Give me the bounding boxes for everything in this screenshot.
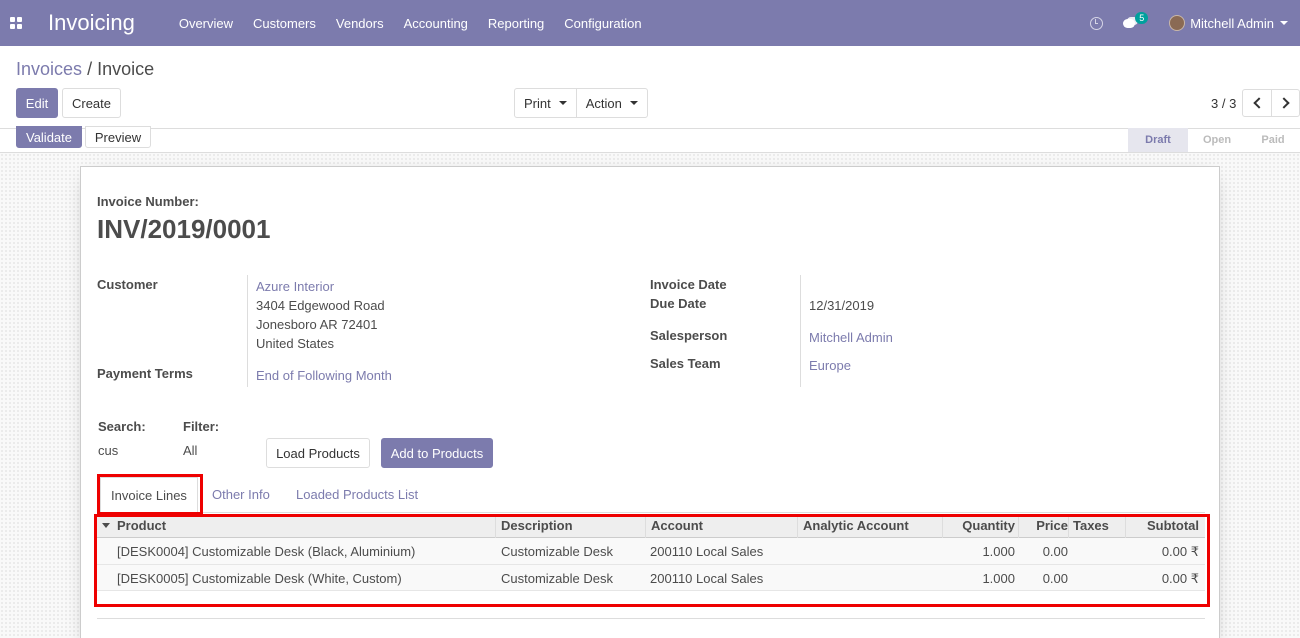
stage-paid: Paid bbox=[1261, 134, 1285, 146]
customer-address-city: Jonesboro AR 72401 bbox=[256, 317, 378, 332]
pager-value[interactable]: 3 / 3 bbox=[1211, 96, 1236, 111]
navbar-systray: 5 Mitchell Admin bbox=[1090, 0, 1300, 46]
validate-button[interactable]: Validate bbox=[16, 126, 82, 148]
pager-buttons bbox=[1242, 89, 1300, 117]
payment-terms-label: Payment Terms bbox=[97, 366, 193, 381]
search-input[interactable]: cus bbox=[98, 443, 118, 458]
user-caret-icon[interactable] bbox=[1280, 21, 1288, 25]
tab-loaded-products[interactable]: Loaded Products List bbox=[296, 487, 418, 502]
menu-vendors[interactable]: Vendors bbox=[336, 16, 384, 31]
action-label: Action bbox=[585, 95, 622, 111]
messages-icon[interactable]: 5 bbox=[1123, 12, 1149, 29]
due-date-label: Due Date bbox=[650, 296, 707, 311]
field-divider bbox=[247, 275, 248, 387]
caret-down-icon bbox=[558, 101, 567, 105]
menu-reporting[interactable]: Reporting bbox=[488, 16, 544, 31]
sales-team-label: Sales Team bbox=[650, 356, 721, 371]
customer-address-country: United States bbox=[256, 336, 335, 351]
menu-overview[interactable]: Overview bbox=[179, 16, 233, 31]
print-label: Print bbox=[524, 95, 551, 111]
add-to-products-button[interactable]: Add to Products bbox=[381, 438, 493, 468]
sidebar-dropdowns: Print Action bbox=[514, 88, 648, 118]
stage-draft: Draft bbox=[1128, 128, 1188, 152]
breadcrumb-separator: / bbox=[87, 59, 93, 79]
create-button[interactable]: Create bbox=[62, 88, 121, 118]
load-products-button[interactable]: Load Products bbox=[266, 438, 370, 468]
payment-terms-link[interactable]: End of Following Month bbox=[256, 368, 392, 383]
top-navbar: Invoicing Overview Customers Vendors Acc… bbox=[0, 0, 1300, 46]
invoice-date-label: Invoice Date bbox=[650, 277, 727, 292]
chevron-right-icon bbox=[1278, 97, 1290, 109]
app-title[interactable]: Invoicing bbox=[48, 10, 135, 36]
search-label: Search: bbox=[98, 419, 146, 434]
stage-pipeline: Draft Open Paid bbox=[1128, 128, 1300, 152]
preview-button[interactable]: Preview bbox=[85, 126, 151, 148]
edit-button[interactable]: Edit bbox=[16, 88, 58, 118]
breadcrumb: Invoices / Invoice bbox=[16, 59, 154, 80]
user-menu[interactable]: Mitchell Admin bbox=[1190, 16, 1274, 31]
print-dropdown[interactable]: Print bbox=[515, 89, 576, 117]
customer-address-street: 3404 Edgewood Road bbox=[256, 298, 385, 313]
highlight-box-tab bbox=[97, 474, 203, 515]
chevron-left-icon bbox=[1252, 97, 1265, 109]
user-avatar[interactable] bbox=[1169, 15, 1186, 31]
menu-customers[interactable]: Customers bbox=[253, 16, 316, 31]
caret-down-icon bbox=[629, 101, 638, 105]
menu-accounting[interactable]: Accounting bbox=[404, 16, 468, 31]
highlight-box-table bbox=[94, 514, 1210, 607]
customer-link[interactable]: Azure Interior bbox=[256, 279, 334, 294]
tabs-divider bbox=[97, 512, 1205, 513]
pager-previous-button[interactable] bbox=[1243, 90, 1271, 116]
invoice-number-label: Invoice Number: bbox=[97, 194, 199, 209]
messages-badge: 5 bbox=[1135, 12, 1149, 24]
salesperson-link[interactable]: Mitchell Admin bbox=[809, 330, 893, 345]
activity-clock-icon[interactable] bbox=[1090, 16, 1104, 30]
due-date-value: 12/31/2019 bbox=[809, 298, 875, 313]
stage-open: Open bbox=[1202, 134, 1232, 146]
filter-select[interactable]: All bbox=[183, 443, 197, 458]
action-dropdown[interactable]: Action bbox=[575, 89, 647, 117]
form-footer-divider bbox=[97, 618, 1205, 619]
salesperson-label: Salesperson bbox=[650, 328, 728, 343]
customer-label: Customer bbox=[97, 277, 158, 292]
filter-label: Filter: bbox=[183, 419, 220, 434]
apps-menu-icon[interactable] bbox=[10, 17, 22, 29]
pager-next-button[interactable] bbox=[1271, 90, 1299, 116]
tab-other-info[interactable]: Other Info bbox=[212, 487, 270, 502]
main-menu: Overview Customers Vendors Accounting Re… bbox=[179, 16, 662, 31]
field-divider bbox=[800, 275, 801, 387]
menu-configuration[interactable]: Configuration bbox=[564, 16, 641, 31]
breadcrumb-current: Invoice bbox=[97, 59, 155, 79]
sales-team-link[interactable]: Europe bbox=[809, 358, 851, 373]
form-statusbar: Validate Preview Draft Open Paid bbox=[0, 126, 1300, 153]
invoice-number: INV/2019/0001 bbox=[97, 214, 271, 244]
breadcrumb-invoices[interactable]: Invoices bbox=[16, 59, 82, 79]
